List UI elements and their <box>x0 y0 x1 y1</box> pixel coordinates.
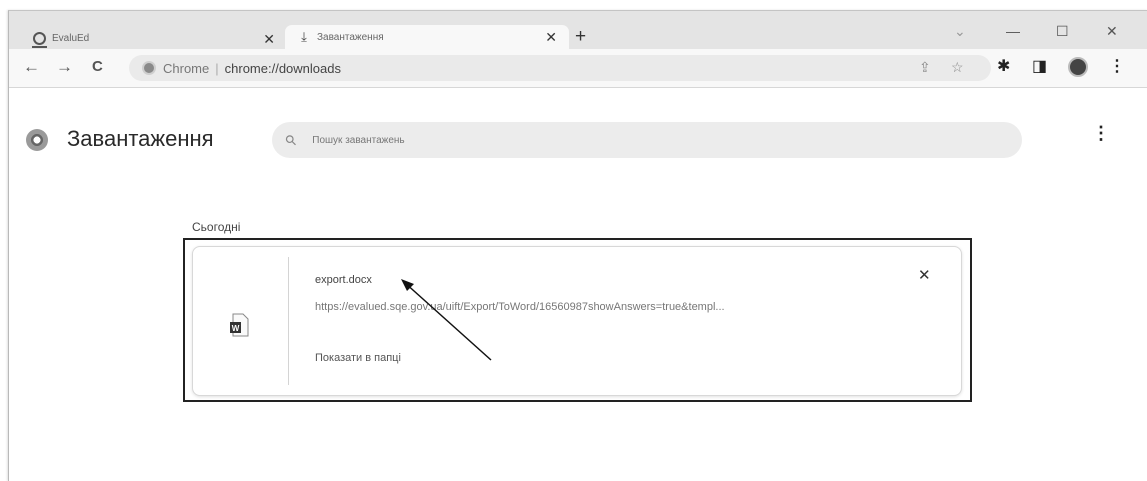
section-heading-today: Сьогодні <box>192 220 241 234</box>
new-tab-button[interactable]: + <box>575 27 586 47</box>
tab-downloads[interactable]: ⤓ Завантаження ✕ <box>285 25 569 49</box>
site-chip-label: Chrome <box>163 60 210 76</box>
forward-button[interactable]: → <box>56 58 73 76</box>
tab-strip: EvaluEd ✕ ⤓ Завантаження ✕ + ⌄ — ☐ ✕ <box>9 11 1147 49</box>
address-separator: | <box>215 60 219 76</box>
back-button[interactable]: ← <box>23 58 40 76</box>
tab-title: EvaluEd <box>52 33 90 44</box>
url-text[interactable]: chrome://downloads <box>225 61 341 76</box>
chrome-logo-icon <box>26 129 48 151</box>
annotation-arrow <box>401 279 492 361</box>
chrome-site-icon <box>142 61 156 75</box>
more-vert-icon[interactable]: ⋮ <box>1109 58 1125 76</box>
side-panel-icon[interactable]: ◨ <box>1032 58 1047 76</box>
search-icon: ⚲ <box>281 130 301 149</box>
evalued-favicon-icon <box>32 32 47 48</box>
close-window-button[interactable]: ✕ <box>1106 23 1118 40</box>
maximize-button[interactable]: ☐ <box>1056 23 1069 40</box>
star-icon[interactable]: ☆ <box>951 59 964 76</box>
page-title: Завантаження <box>67 126 214 151</box>
page-menu-button[interactable]: ⋮ <box>1092 123 1110 144</box>
puzzle-icon[interactable]: ✱ <box>997 58 1010 76</box>
minimize-button[interactable]: — <box>1006 23 1020 39</box>
annotation-highlight-frame <box>183 238 972 402</box>
tab-evalued[interactable]: EvaluEd ✕ <box>31 28 287 49</box>
search-input[interactable] <box>310 133 915 147</box>
browser-toolbar: ← → C Chrome | chrome://downloads ⇪ ☆ ✱ … <box>9 49 1147 88</box>
tab-close-icon[interactable]: ✕ <box>263 32 275 46</box>
reload-button[interactable]: C <box>92 58 103 76</box>
tab-close-icon[interactable]: ✕ <box>545 30 557 44</box>
tab-title: Завантаження <box>317 31 384 43</box>
tab-search-chevron-icon[interactable]: ⌄ <box>954 23 966 40</box>
avatar[interactable] <box>1068 57 1088 77</box>
download-icon: ⤓ <box>301 29 307 44</box>
search-bar[interactable]: ⚲ <box>272 122 1022 158</box>
share-icon[interactable]: ⇪ <box>919 59 931 76</box>
address-bar[interactable]: Chrome | chrome://downloads ⇪ ☆ <box>129 55 991 81</box>
